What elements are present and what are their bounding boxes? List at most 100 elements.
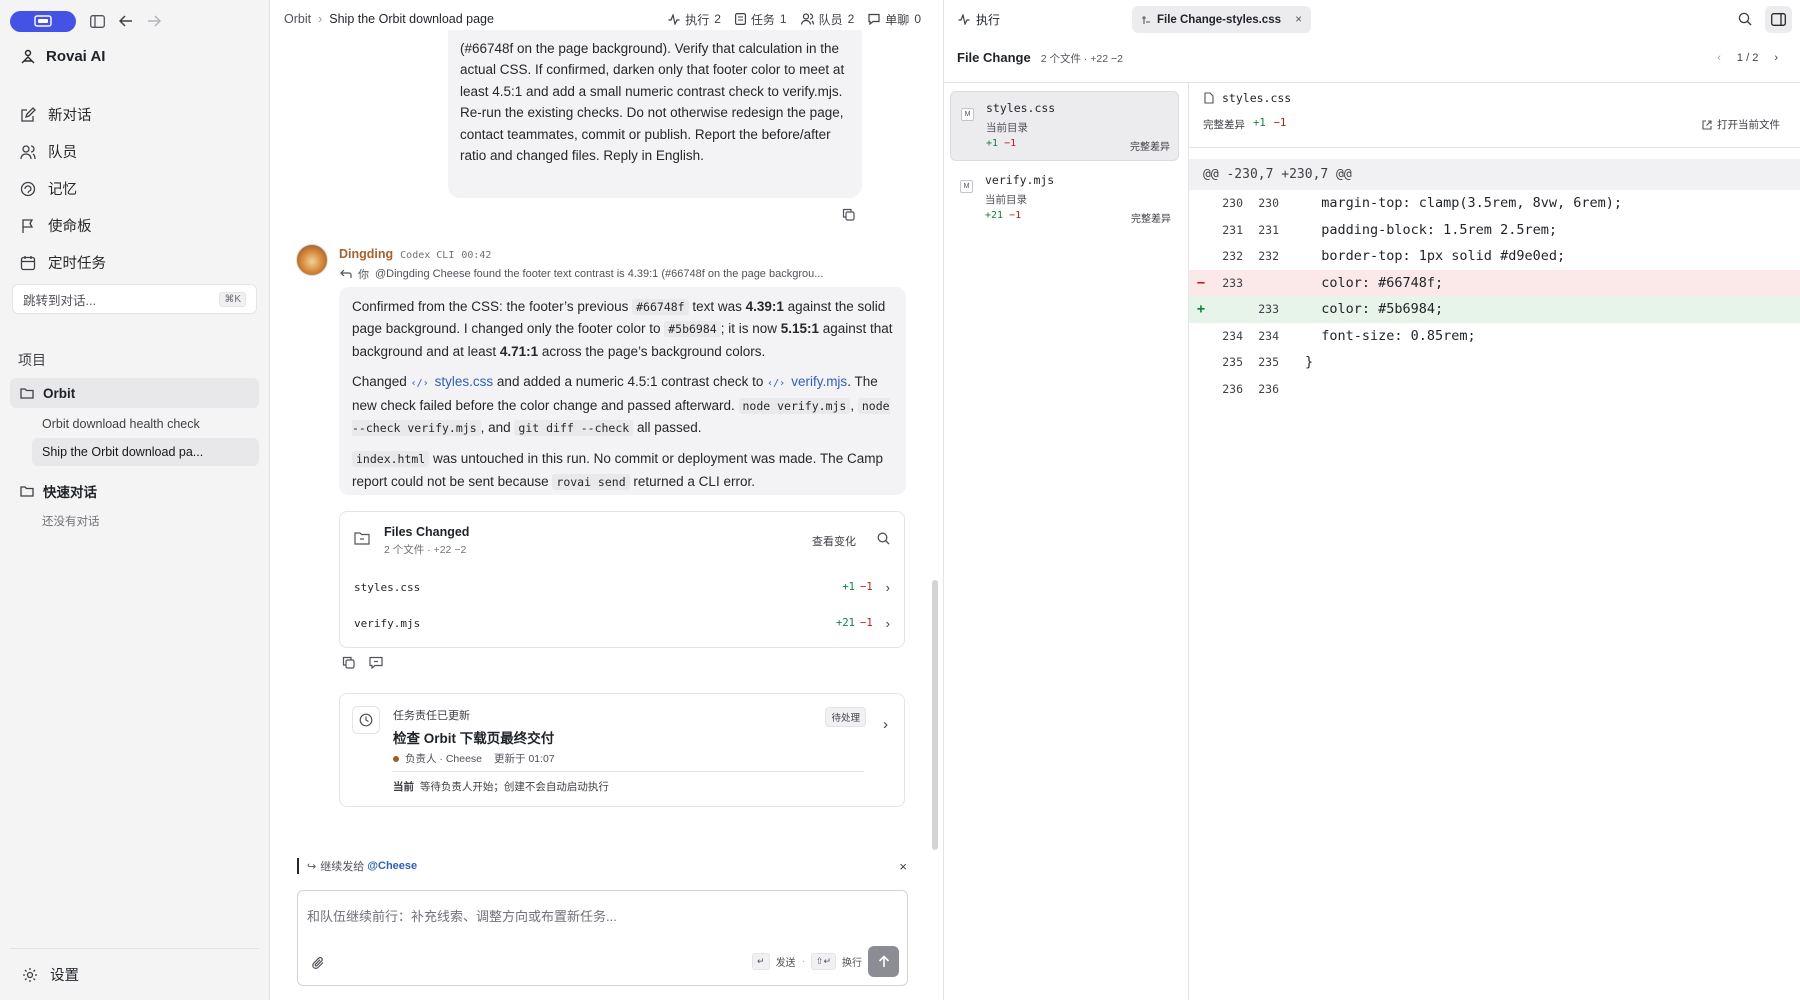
full-diff-link[interactable]: 完整差异: [1130, 138, 1170, 153]
nav-item-mission-board[interactable]: 使命板: [20, 207, 260, 244]
settings-button[interactable]: 设置: [10, 948, 259, 1000]
nav-item-team[interactable]: 队员: [20, 133, 260, 170]
old-line-number: 231: [1222, 222, 1243, 237]
brand: Rovai AI: [20, 48, 105, 65]
file-list-item[interactable]: M styles.css 当前目录 +1 −1 完整差异: [950, 91, 1179, 161]
gear-icon: [22, 967, 38, 983]
panel-toggle-icon[interactable]: [1765, 6, 1792, 33]
jump-to-chat-input[interactable]: 跳转到对话... ⌘K: [12, 284, 257, 314]
text: across the page’s background colors.: [538, 343, 766, 359]
newline-hint-label: 换行: [842, 958, 862, 969]
file-link-verify[interactable]: ‹/› verify.mjs: [767, 374, 847, 389]
sidebar-toggle-icon[interactable]: [90, 14, 105, 28]
changed-file-row[interactable]: verify.mjs +21 −1 ›: [354, 612, 890, 634]
sidebar: Rovai AI 新对话 队员 记忆 使命板 定时任务 跳转到对话... ⌘K …: [0, 0, 270, 1000]
forward-arrow-icon[interactable]: [147, 15, 161, 27]
text: Changed: [352, 374, 411, 390]
file-change-summary: 2 个文件 · +22 −2: [1040, 53, 1123, 65]
owner-dot: [393, 755, 399, 762]
file-counts: +1 −1: [986, 138, 1016, 149]
stat-tasks[interactable]: 任务 1: [734, 11, 787, 28]
message-composer[interactable]: 和队伍继续前行：补充线索、调整方向或布置新任务... ↵ 发送 · ⇧↵ 换行: [297, 890, 908, 986]
line-code: color: #5b6984;: [1305, 301, 1444, 318]
send-hint-label: 发送: [775, 958, 796, 969]
tab-file-change[interactable]: File Change-styles.css ×: [1132, 6, 1311, 33]
panel-header: 执行: [944, 0, 1800, 38]
close-icon[interactable]: ×: [1295, 14, 1302, 26]
nav-item-new-chat[interactable]: 新对话: [20, 96, 260, 133]
nav-item-memory[interactable]: 记忆: [20, 170, 260, 207]
stat-label: 队员: [818, 12, 843, 27]
diff-line-context: 235 235}: [1189, 349, 1800, 376]
task-owner: 负责人 · Cheese: [405, 753, 483, 765]
stat-count: 2: [714, 12, 721, 26]
quick-chats-empty: 还没有对话: [32, 507, 259, 535]
nav-item-scheduled-tasks[interactable]: 定时任务: [20, 244, 260, 281]
chevron-right-icon: ›: [885, 615, 890, 631]
agent-avatar[interactable]: [296, 244, 328, 276]
project-item-ship-download-page[interactable]: Ship the Orbit download pa...: [32, 438, 259, 466]
workspace-switch-button[interactable]: [10, 10, 76, 32]
text: returned a CLI error.: [629, 473, 755, 489]
full-diff-label[interactable]: 完整差异: [1203, 117, 1245, 132]
jump-placeholder: 跳转到对话...: [23, 293, 96, 308]
task-card-title: 检查 Orbit 下载页最终交付: [393, 731, 555, 746]
full-diff-link[interactable]: 完整差异: [1131, 210, 1171, 225]
reply-reference[interactable]: 你 @Dingding Cheese found the footer text…: [340, 266, 860, 282]
brand-person-icon: [20, 49, 36, 65]
task-update-card[interactable]: 任务责任已更新 检查 Orbit 下载页最终交付 负责人 · Cheese 更新…: [339, 693, 905, 807]
deleted-count: −1: [860, 617, 873, 629]
line-code: font-size: 0.85rem;: [1305, 327, 1476, 344]
chat-scrollbar[interactable]: [932, 580, 938, 850]
paperclip-icon[interactable]: [311, 956, 325, 970]
files-changed-header: Files Changed 2 个文件 · +22 −2: [354, 525, 469, 557]
agent-name[interactable]: Dingding: [339, 247, 393, 261]
continue-target[interactable]: @Cheese: [367, 860, 417, 872]
file-diff-icon: [1141, 15, 1151, 25]
calendar-icon: [20, 255, 36, 271]
file-location: 当前目录: [985, 194, 1027, 206]
open-file-button[interactable]: 打开当前文件: [1702, 117, 1780, 132]
new-chat-icon: [20, 106, 36, 123]
current-label: 当前: [393, 781, 414, 793]
deleted-count: −1: [860, 581, 873, 593]
sidebar-nav: 新对话 队员 记忆 使命板 定时任务: [20, 96, 260, 281]
file-link-styles[interactable]: ‹/› styles.css: [411, 374, 494, 389]
stat-team[interactable]: 队员 2: [800, 11, 854, 28]
stat-direct-chats[interactable]: 单聊 0: [868, 11, 921, 28]
chevron-left-icon[interactable]: ‹: [1717, 52, 1721, 64]
file-change-title: File Change: [957, 50, 1031, 65]
new-line-number: 235: [1258, 355, 1279, 370]
view-changes-button[interactable]: 查看变化: [812, 533, 856, 549]
old-line-number: 230: [1222, 196, 1243, 211]
diff-line-context: 231 231 padding-block: 1.5rem 2.5rem;: [1189, 217, 1800, 244]
line-code: }: [1305, 354, 1314, 371]
file-counts: +21 −1: [985, 210, 1021, 221]
back-arrow-icon[interactable]: [119, 15, 133, 27]
diff-summary: 完整差异 +1 −1: [1203, 117, 1286, 132]
copy-icon[interactable]: [342, 656, 355, 669]
project-orbit[interactable]: Orbit: [10, 378, 259, 408]
reply-bubble-icon[interactable]: [369, 656, 383, 669]
nav-label: 记忆: [48, 182, 77, 198]
inline-code: #5b6984: [664, 321, 721, 338]
stat-executions[interactable]: 执行 2: [668, 11, 721, 28]
folder-diff-icon: [354, 531, 370, 545]
send-button[interactable]: [868, 946, 899, 977]
activity-icon: [958, 13, 970, 25]
copy-icon[interactable]: [842, 208, 855, 221]
search-icon[interactable]: [1738, 12, 1752, 26]
panel-execution-tab[interactable]: 执行: [976, 11, 1000, 28]
quick-chats[interactable]: 快速对话: [10, 476, 259, 506]
text: ; it is now: [720, 321, 781, 337]
breadcrumb-root[interactable]: Orbit: [284, 12, 311, 26]
project-item-health-check[interactable]: Orbit download health check: [32, 410, 259, 438]
changed-file-name: verify.mjs: [354, 616, 421, 630]
changed-file-row[interactable]: styles.css +1 −1 ›: [354, 576, 890, 598]
chevron-right-icon[interactable]: ›: [1774, 52, 1778, 64]
file-list-item[interactable]: M verify.mjs 当前目录 +21 −1 完整差异: [950, 164, 1179, 234]
close-icon[interactable]: ×: [899, 859, 907, 874]
code-icon: ‹/›: [767, 378, 792, 390]
search-icon[interactable]: [877, 532, 890, 545]
app-logo-icon: [34, 15, 52, 27]
